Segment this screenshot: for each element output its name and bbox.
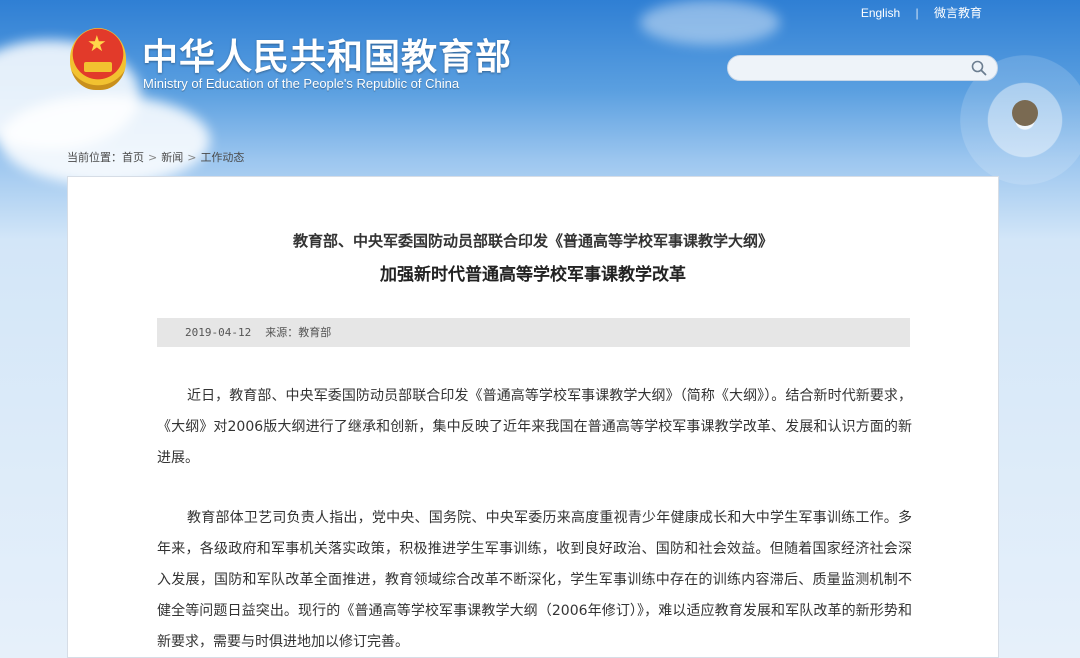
article-title: 加强新时代普通高等学校军事课教学改革 [380, 265, 686, 285]
breadcrumb: 当前位置：首页 > 新闻 > 工作动态 [67, 149, 244, 165]
national-emblem-icon: ★ [70, 28, 126, 90]
dandelion-core-decoration [1012, 100, 1038, 126]
site-title: 中华人民共和国教育部 [142, 37, 513, 78]
article-date: 2019-04-12 [185, 326, 252, 339]
cloud-decoration [640, 0, 780, 45]
breadcrumb-arrow-icon: > [187, 151, 197, 164]
breadcrumb-item-news[interactable]: 新闻 [161, 151, 183, 164]
breadcrumb-arrow-icon: > [148, 151, 158, 164]
search-box [727, 55, 998, 81]
link-separator: | [915, 6, 919, 20]
breadcrumb-item-work-updates[interactable]: 工作动态 [200, 151, 244, 164]
breadcrumb-label: 当前位置： [67, 151, 122, 164]
article-meta-bar: 2019-04-12 来源：教育部 [157, 318, 910, 347]
article-paragraph: 教育部体卫艺司负责人指出，党中央、国务院、中央军委历来高度重视青少年健康成长和大… [157, 510, 912, 650]
article-paragraph: 近日，教育部、中央军委国防动员部联合印发《普通高等学校军事课教学大纲》（简称《大… [157, 388, 912, 466]
breadcrumb-item-home[interactable]: 首页 [122, 151, 144, 164]
english-link[interactable]: English [861, 6, 900, 20]
article-card: 教育部、中央军委国防动员部联合印发《普通高等学校军事课教学大纲》 加强新时代普通… [67, 176, 999, 658]
weibo-link[interactable]: 微言教育 [934, 4, 982, 21]
article-source: 来源：教育部 [265, 326, 332, 339]
site-subtitle: Ministry of Education of the People's Re… [143, 76, 460, 91]
article-pre-title: 教育部、中央军委国防动员部联合印发《普通高等学校军事课教学大纲》 [292, 232, 773, 250]
search-input[interactable] [728, 56, 982, 80]
cloud-decoration [0, 95, 210, 185]
top-links: English | 微言教育 [861, 4, 982, 21]
search-icon[interactable] [971, 60, 987, 76]
